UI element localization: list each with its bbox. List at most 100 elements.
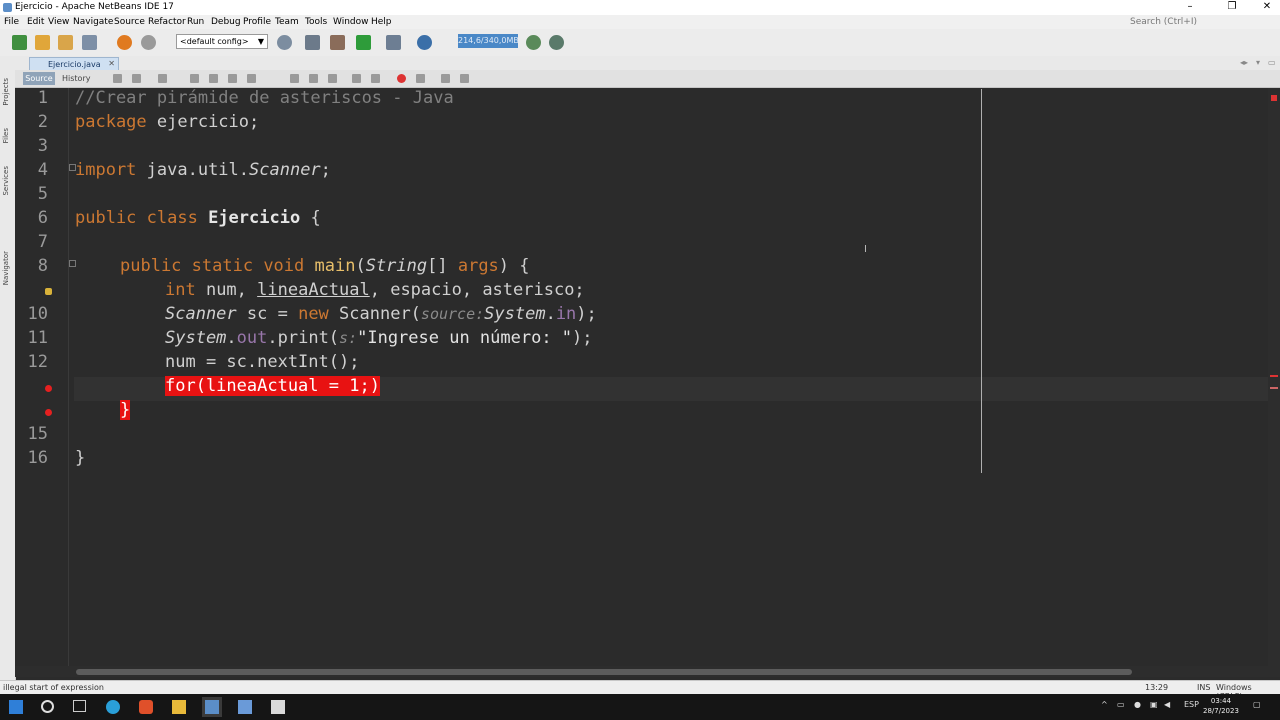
- system-clock[interactable]: 03:44 28/7/2023: [1203, 696, 1239, 716]
- restore-window-icon[interactable]: ▭: [1268, 58, 1276, 67]
- fold-margin: [68, 88, 76, 666]
- code-line: }: [75, 448, 86, 468]
- clean-build-icon[interactable]: [330, 35, 345, 50]
- show-hidden-icons[interactable]: ^: [1101, 700, 1108, 709]
- menu-profile[interactable]: Profile: [243, 17, 271, 27]
- start-macro-icon[interactable]: [397, 74, 406, 83]
- previous-bookmark-icon[interactable]: [328, 74, 337, 83]
- microphone-icon[interactable]: ●: [1134, 700, 1141, 709]
- netbeans-taskbar-icon[interactable]: [202, 697, 222, 717]
- menu-source[interactable]: Source: [114, 17, 145, 27]
- menu-run[interactable]: Run: [187, 17, 204, 27]
- debug-icon[interactable]: [386, 35, 401, 50]
- error-icon[interactable]: [45, 409, 52, 416]
- search-icon[interactable]: [41, 700, 54, 713]
- hint-bulb-icon[interactable]: [45, 288, 52, 295]
- new-file-icon[interactable]: [12, 35, 27, 50]
- shift-right-icon[interactable]: [371, 74, 380, 83]
- forward-icon[interactable]: [158, 74, 167, 83]
- redo-icon[interactable]: [141, 35, 156, 50]
- save-all-icon[interactable]: [82, 35, 97, 50]
- side-tab-files[interactable]: Files: [2, 128, 10, 143]
- tray-app-icon[interactable]: ▭: [1117, 700, 1125, 709]
- menu-team[interactable]: Team: [275, 17, 299, 27]
- error-marker[interactable]: [1270, 375, 1278, 377]
- network-icon[interactable]: ▣: [1150, 700, 1158, 709]
- open-project-icon[interactable]: [58, 35, 73, 50]
- app-icon[interactable]: [271, 700, 285, 714]
- next-bookmark-icon[interactable]: [309, 74, 318, 83]
- new-project-icon[interactable]: [35, 35, 50, 50]
- tab-ejercicio-java[interactable]: Ejercicio.java ✕: [29, 57, 119, 71]
- build-icon[interactable]: [305, 35, 320, 50]
- gc-icon[interactable]: [526, 35, 541, 50]
- find-selection-icon[interactable]: [190, 74, 199, 83]
- menu-tools[interactable]: Tools: [305, 17, 327, 27]
- volume-icon[interactable]: ◀: [1164, 700, 1170, 709]
- run-icon[interactable]: [356, 35, 371, 50]
- minimize-button[interactable]: –: [1177, 0, 1203, 15]
- config-select[interactable]: <default config> ▼: [176, 34, 268, 49]
- menu-debug[interactable]: Debug: [211, 17, 241, 27]
- notepad-icon[interactable]: [238, 700, 252, 714]
- scroll-tabs-icon[interactable]: ◂▸: [1240, 58, 1248, 67]
- tab-list-icon[interactable]: ▾: [1256, 58, 1260, 67]
- side-tab-navigator[interactable]: Navigator: [2, 251, 10, 285]
- maximize-button[interactable]: ❐: [1219, 0, 1245, 15]
- line-number: 11: [27, 328, 48, 348]
- code-line: System.out.print(s:"Ingrese un número: "…: [165, 328, 593, 348]
- task-view-icon[interactable]: [73, 700, 86, 712]
- memory-indicator[interactable]: 214,6/340,0MB: [458, 34, 519, 48]
- menu-edit[interactable]: Edit: [27, 17, 44, 27]
- brave-icon[interactable]: [139, 700, 153, 714]
- error-summary-icon[interactable]: [1271, 95, 1277, 101]
- line-number: 15: [27, 424, 48, 444]
- find-next-icon[interactable]: [228, 74, 237, 83]
- file-explorer-icon[interactable]: [172, 700, 186, 714]
- source-view-button[interactable]: Source: [23, 72, 55, 85]
- menu-navigate[interactable]: Navigate: [73, 17, 113, 27]
- comment-icon[interactable]: [441, 74, 450, 83]
- shift-left-icon[interactable]: [352, 74, 361, 83]
- last-edit-icon[interactable]: [113, 74, 122, 83]
- edge-icon[interactable]: [106, 700, 120, 714]
- chevron-down-icon: ▼: [257, 37, 264, 46]
- notifications-icon[interactable]: ▢: [1253, 700, 1261, 709]
- code-line: package ejercicio;: [75, 112, 260, 132]
- toggle-bookmark-icon[interactable]: [290, 74, 299, 83]
- horizontal-scroll-thumb[interactable]: [76, 669, 1132, 675]
- menu-window[interactable]: Window: [333, 17, 369, 27]
- error-highlight: for(lineaActual = 1;): [165, 376, 380, 396]
- close-tab-icon[interactable]: ✕: [108, 59, 115, 68]
- globe-icon[interactable]: [277, 35, 292, 50]
- menu-refactor[interactable]: Refactor: [148, 17, 186, 27]
- code-line: //Crear pirámide de asteriscos - Java: [75, 88, 454, 108]
- language-indicator[interactable]: ESP: [1184, 700, 1199, 709]
- error-icon[interactable]: [45, 385, 52, 392]
- line-number-gutter: 1 2 3 4 5 6 7 8 10 11 12 15 16: [15, 88, 68, 666]
- code-editor[interactable]: 1 2 3 4 5 6 7 8 10 11 12 15 16 //Crear p…: [15, 88, 1268, 666]
- close-window-button[interactable]: ✕: [1254, 0, 1280, 15]
- stop-macro-icon[interactable]: [416, 74, 425, 83]
- error-marker[interactable]: [1270, 387, 1278, 389]
- menu-file[interactable]: File: [4, 17, 19, 27]
- menu-help[interactable]: Help: [371, 17, 392, 27]
- menu-view[interactable]: View: [48, 17, 69, 27]
- undo-icon[interactable]: [117, 35, 132, 50]
- windows-start-icon[interactable]: [9, 700, 23, 714]
- code-content[interactable]: //Crear pirámide de asteriscos - Java pa…: [75, 88, 597, 468]
- back-icon[interactable]: [132, 74, 141, 83]
- toggle-highlight-icon[interactable]: [247, 74, 256, 83]
- reset-icon[interactable]: [549, 35, 564, 50]
- error-stripe[interactable]: [1268, 88, 1280, 666]
- menu-bar: File Edit View Navigate Source Refactor …: [0, 15, 1280, 29]
- line-number: 12: [27, 352, 48, 372]
- code-line: Scanner sc = new Scanner(source:System.i…: [165, 304, 597, 324]
- find-previous-icon[interactable]: [209, 74, 218, 83]
- search-input[interactable]: Search (Ctrl+I): [1130, 17, 1197, 27]
- uncomment-icon[interactable]: [460, 74, 469, 83]
- side-tab-projects[interactable]: Projects: [2, 78, 10, 106]
- side-tab-services[interactable]: Services: [2, 166, 10, 196]
- profile-icon[interactable]: [417, 35, 432, 50]
- history-view-button[interactable]: History: [62, 72, 90, 85]
